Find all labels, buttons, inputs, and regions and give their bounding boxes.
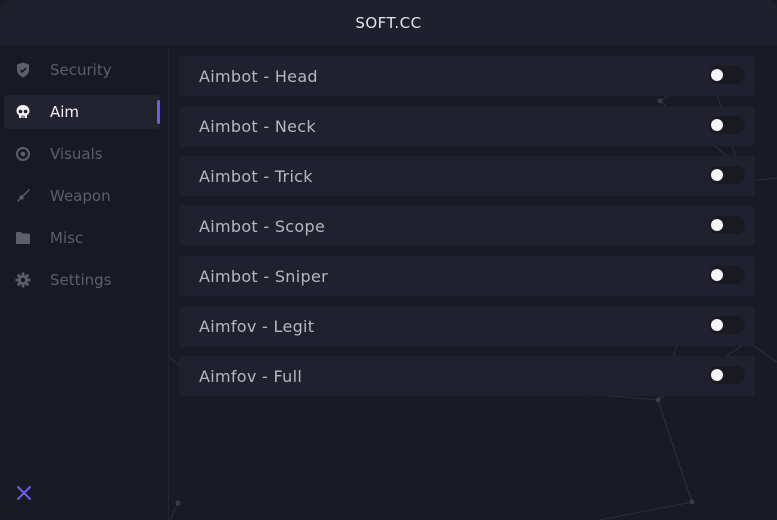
sidebar-item-aim[interactable]: Aim [4, 95, 160, 129]
toggle-switch[interactable] [709, 216, 745, 234]
sidebar-item-misc[interactable]: Misc [4, 221, 160, 255]
toggle-knob [711, 119, 723, 131]
sidebar-item-security[interactable]: Security [4, 53, 160, 87]
sidebar-item-visuals[interactable]: Visuals [4, 137, 160, 171]
sidebar-item-label: Visuals [50, 145, 103, 163]
sidebar-item-label: Weapon [50, 187, 111, 205]
toggle-knob [711, 69, 723, 81]
sidebar-item-settings[interactable]: Settings [4, 263, 160, 297]
sidebar-item-label: Settings [50, 271, 112, 289]
toggle-switch[interactable] [709, 116, 745, 134]
weapon-icon [15, 188, 31, 204]
toggle-switch[interactable] [709, 366, 745, 384]
app-window: SOFT.CC Security Aim Visuals Weapon Misc… [0, 0, 777, 520]
target-icon [15, 146, 31, 162]
option-label: Aimbot - Head [199, 66, 318, 86]
toggle-knob [711, 169, 723, 181]
toggle-switch[interactable] [709, 66, 745, 84]
toggle-knob [711, 319, 723, 331]
toggle-knob [711, 369, 723, 381]
window-title: SOFT.CC [355, 14, 422, 32]
sidebar-item-label: Misc [50, 229, 84, 247]
option-label: Aimbot - Neck [199, 116, 316, 136]
option-label: Aimbot - Trick [199, 166, 313, 186]
sidebar: Security Aim Visuals Weapon Misc Setting… [0, 46, 169, 520]
shield-icon [15, 62, 31, 78]
option-row-aimbot-sniper: Aimbot - Sniper [179, 256, 755, 296]
option-row-aimfov-full: Aimfov - Full [179, 356, 755, 396]
sidebar-item-label: Security [50, 61, 112, 79]
toggle-knob [711, 269, 723, 281]
title-bar: SOFT.CC [0, 0, 777, 47]
option-label: Aimfov - Full [199, 366, 303, 386]
option-label: Aimbot - Scope [199, 216, 326, 236]
option-row-aimbot-neck: Aimbot - Neck [179, 106, 755, 146]
aim-options-panel: Aimbot - Head Aimbot - Neck Aimbot - Tri… [179, 56, 755, 406]
gear-icon [15, 272, 31, 288]
close-icon [16, 485, 32, 505]
sidebar-item-label: Aim [50, 103, 80, 121]
skull-icon [15, 104, 31, 120]
folder-icon [15, 230, 31, 246]
toggle-switch[interactable] [709, 166, 745, 184]
close-button[interactable] [14, 485, 34, 505]
active-indicator [157, 100, 160, 124]
toggle-switch[interactable] [709, 316, 745, 334]
option-label: Aimfov - Legit [199, 316, 315, 336]
option-row-aimbot-trick: Aimbot - Trick [179, 156, 755, 196]
option-label: Aimbot - Sniper [199, 266, 328, 286]
option-row-aimfov-legit: Aimfov - Legit [179, 306, 755, 346]
toggle-knob [711, 219, 723, 231]
toggle-switch[interactable] [709, 266, 745, 284]
option-row-aimbot-head: Aimbot - Head [179, 56, 755, 96]
sidebar-item-weapon[interactable]: Weapon [4, 179, 160, 213]
option-row-aimbot-scope: Aimbot - Scope [179, 206, 755, 246]
